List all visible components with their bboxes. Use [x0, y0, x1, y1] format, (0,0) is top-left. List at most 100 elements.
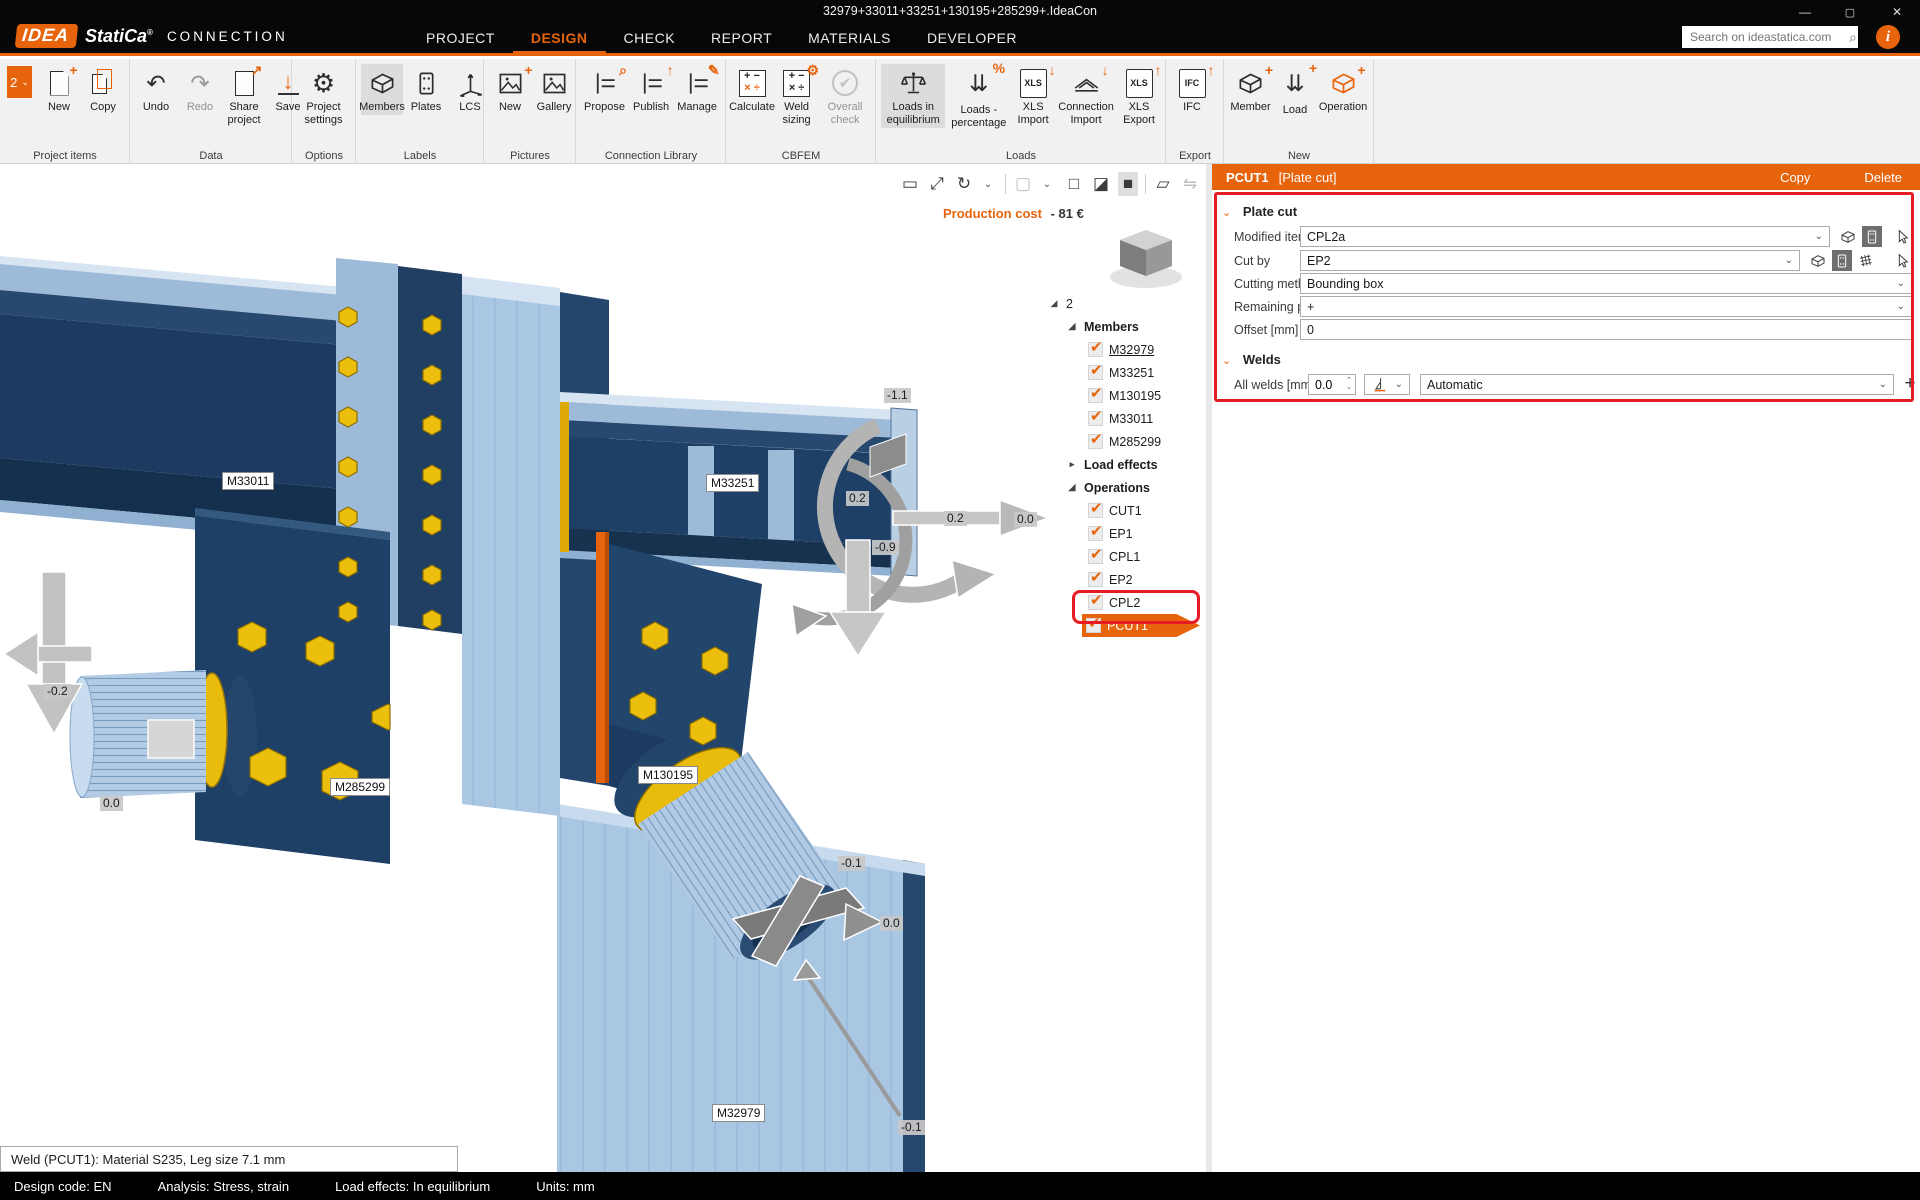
section-welds[interactable]: ⌄ Welds — [1222, 352, 1281, 367]
expand-icon[interactable]: ◢ — [1048, 298, 1060, 309]
expand-icon[interactable]: ◢ — [1066, 321, 1078, 332]
checkbox-checked-icon[interactable]: ✔ — [1088, 595, 1103, 610]
tab-check[interactable]: CHECK — [606, 30, 694, 56]
select-plate-icon[interactable] — [1832, 250, 1852, 271]
redo-button[interactable]: ↷ Redo — [179, 64, 221, 115]
checkbox-checked-icon[interactable]: ✔ — [1086, 618, 1101, 633]
undo-button[interactable]: ↶ Undo — [135, 64, 177, 115]
ifc-export-button[interactable]: IFC↑ IFC — [1171, 64, 1213, 115]
tree-item-m33011[interactable]: ✔ M33011 — [1048, 407, 1206, 430]
propose-button[interactable]: ⌕ Propose — [581, 64, 628, 115]
connection-import-button[interactable]: ↓ Connection Import — [1056, 64, 1116, 128]
loads-in-equilibrium-toggle[interactable]: Loads in equilibrium — [881, 64, 945, 128]
collapse-icon[interactable]: ▸ — [1066, 459, 1078, 470]
cut-by-combo[interactable]: EP2 ⌄ — [1300, 250, 1800, 271]
tree-item-cut1[interactable]: ✔ CUT1 — [1048, 499, 1206, 522]
expand-icon[interactable]: ◢ — [1066, 482, 1078, 493]
cutting-method-combo[interactable]: Bounding box ⌄ — [1300, 273, 1912, 294]
viewport-3d[interactable]: ▭ ⤢ ↻ ⌄ ▢ ⌄ □ ◪ ■ ▱ ⇋ ⌂ Production cost … — [0, 164, 1206, 1172]
view-solid-icon[interactable]: ■ — [1118, 172, 1138, 196]
weld-sizing-button[interactable]: + −× ÷⚙ Weld sizing — [775, 64, 818, 128]
member-label-m285299[interactable]: M285299 — [330, 778, 390, 796]
minimize-button[interactable]: — — [1790, 2, 1820, 22]
offset-input[interactable]: 0 — [1300, 319, 1912, 340]
info-button[interactable]: i — [1876, 25, 1900, 49]
checkbox-checked-icon[interactable]: ✔ — [1088, 434, 1103, 449]
mirror-view-icon[interactable]: ⇋ — [1180, 172, 1200, 196]
add-weld-button[interactable]: + — [1900, 373, 1920, 395]
selected-operation-pennant[interactable]: ✔ PCUT1 — [1082, 614, 1200, 637]
close-button[interactable]: ✕ — [1882, 2, 1912, 22]
delete-operation-button[interactable]: Delete — [1864, 170, 1902, 185]
overall-check-button[interactable]: ✔ Overall check — [820, 64, 870, 128]
select-member-icon[interactable] — [1838, 226, 1858, 247]
member-label-m33251[interactable]: M33251 — [706, 474, 759, 492]
tree-item-ep1[interactable]: ✔ EP1 — [1048, 522, 1206, 545]
new-operation-button[interactable]: + Operation — [1318, 64, 1368, 115]
rotate-view-icon[interactable]: ↻ — [954, 172, 974, 196]
select-mesh-icon[interactable] — [1856, 250, 1876, 271]
modified-item-combo[interactable]: CPL2a ⌄ — [1300, 226, 1830, 247]
tab-developer[interactable]: DEVELOPER — [909, 30, 1035, 56]
view-wireframe-icon[interactable]: □ — [1064, 172, 1084, 196]
calculate-button[interactable]: + −× ÷ Calculate — [731, 64, 773, 115]
gallery-button[interactable]: Gallery — [533, 64, 575, 115]
tree-group-load-effects[interactable]: ▸ Load effects — [1048, 453, 1206, 476]
checkbox-checked-icon[interactable]: ✔ — [1088, 549, 1103, 564]
3d-connection-model[interactable] — [0, 164, 1206, 1172]
zoom-fit-icon[interactable]: ⤢ — [927, 172, 947, 196]
rotate-view-chevron-icon[interactable]: ⌄ — [978, 172, 998, 196]
tree-item-m32979[interactable]: ✔ M32979 — [1048, 338, 1206, 361]
new-project-button[interactable]: + New — [38, 64, 80, 115]
restore-button[interactable]: ▢ — [1835, 2, 1865, 22]
tree-item-m285299[interactable]: ✔ M285299 — [1048, 430, 1206, 453]
member-label-m130195[interactable]: M130195 — [638, 766, 698, 784]
checkbox-checked-icon[interactable]: ✔ — [1088, 342, 1103, 357]
tab-project[interactable]: PROJECT — [408, 30, 513, 56]
tab-design[interactable]: DESIGN — [513, 30, 606, 56]
manage-button[interactable]: ✎ Manage — [674, 64, 720, 115]
tree-group-members[interactable]: ◢ Members — [1048, 315, 1206, 338]
pick-in-scene-cursor-icon[interactable] — [1892, 250, 1912, 271]
copy-project-button[interactable]: Copy — [82, 64, 124, 115]
copy-operation-button[interactable]: Copy — [1780, 170, 1810, 185]
select-rect-icon[interactable]: ▢ — [1013, 172, 1033, 196]
tree-item-cpl2[interactable]: ✔ CPL2 — [1048, 591, 1206, 614]
search-input[interactable] — [1682, 30, 1849, 44]
new-load-button[interactable]: ⇊ + Load — [1274, 64, 1316, 118]
member-label-m32979[interactable]: M32979 — [712, 1104, 765, 1122]
pick-in-scene-cursor-icon[interactable] — [1892, 226, 1912, 247]
loads-percentage-toggle[interactable]: ⇊ % Loads - percentage — [947, 64, 1010, 131]
xls-export-button[interactable]: XLS↑ XLS Export — [1118, 64, 1160, 128]
tree-item-m130195[interactable]: ✔ M130195 — [1048, 384, 1206, 407]
view-cube-preview[interactable] — [1102, 222, 1188, 292]
tab-materials[interactable]: MATERIALS — [790, 30, 909, 56]
picture-new-button[interactable]: + New — [489, 64, 531, 115]
labels-members-toggle[interactable]: Members — [361, 64, 403, 115]
weld-type-dropdown[interactable]: ⌄ — [1364, 374, 1410, 395]
select-plate-icon[interactable] — [1862, 226, 1882, 247]
tree-item-ep2[interactable]: ✔ EP2 — [1048, 568, 1206, 591]
section-plate-cut[interactable]: ⌄ Plate cut — [1222, 204, 1297, 219]
tree-item-m33251[interactable]: ✔ M33251 — [1048, 361, 1206, 384]
member-label-m33011[interactable]: M33011 — [222, 472, 274, 490]
weld-mode-combo[interactable]: Automatic ⌄ — [1420, 374, 1894, 395]
project-settings-button[interactable]: ⚙ Project settings — [297, 64, 350, 128]
checkbox-checked-icon[interactable]: ✔ — [1088, 572, 1103, 587]
share-project-button[interactable]: ↗ Share project — [223, 64, 265, 128]
tree-item-pcut1-selected[interactable]: ✔ PCUT1 — [1048, 614, 1206, 637]
view-exploded-icon[interactable]: ▱ — [1153, 172, 1173, 196]
checkbox-checked-icon[interactable]: ✔ — [1088, 411, 1103, 426]
new-member-button[interactable]: + Member — [1229, 64, 1272, 115]
publish-button[interactable]: ↑ Publish — [630, 64, 672, 115]
tab-report[interactable]: REPORT — [693, 30, 790, 56]
remaining-part-combo[interactable]: + ⌄ — [1300, 296, 1912, 317]
tree-root[interactable]: ◢ 2 — [1048, 292, 1206, 315]
checkbox-checked-icon[interactable]: ✔ — [1088, 365, 1103, 380]
all-welds-size-stepper[interactable]: 0.0 ⌃⌄ — [1308, 374, 1356, 395]
select-rect-chevron-icon[interactable]: ⌄ — [1037, 172, 1057, 196]
tree-group-operations[interactable]: ◢ Operations — [1048, 476, 1206, 499]
tree-item-cpl1[interactable]: ✔ CPL1 — [1048, 545, 1206, 568]
xls-import-button[interactable]: XLS↓ XLS Import — [1012, 64, 1054, 128]
checkbox-checked-icon[interactable]: ✔ — [1088, 503, 1103, 518]
